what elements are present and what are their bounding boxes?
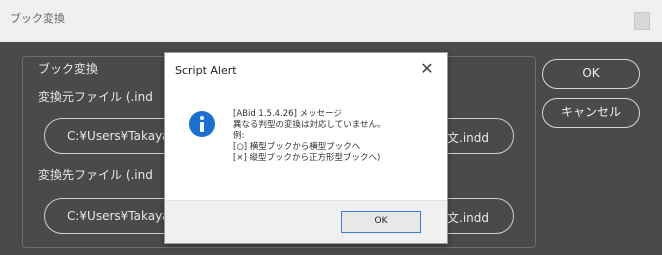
alert-message: [ABid 1.5.4.26] メッセージ 異なる判型の変換は対応していません。…: [233, 109, 386, 164]
alert-ok-button[interactable]: OK: [341, 211, 421, 233]
dest-file-label: 変換先ファイル (.ind: [38, 168, 153, 182]
alert-close-icon[interactable]: ✕: [419, 59, 435, 79]
ok-button[interactable]: OK: [542, 59, 640, 89]
cancel-button[interactable]: キャンセル: [542, 98, 640, 128]
window-titlebar: ブック変換: [0, 0, 662, 42]
alert-title: Script Alert: [175, 64, 237, 77]
info-icon: [189, 111, 215, 137]
window-close-icon[interactable]: [634, 12, 650, 30]
alert-message-line: 例:: [233, 131, 245, 141]
window-title: ブック変換: [10, 12, 65, 25]
alert-message-line: [○] 横型ブックから横型ブックへ: [233, 142, 361, 152]
script-alert-dialog: Script Alert ✕ [ABid 1.5.4.26] メッセージ 異なる…: [164, 52, 448, 244]
dest-path-text: C:¥Users¥Takaya: [67, 209, 170, 223]
alert-message-line: [×] 縦型ブックから正方形型ブックへ): [233, 153, 381, 163]
group-label: ブック変換: [38, 62, 99, 76]
alert-footer: OK: [165, 200, 447, 243]
source-path-text: C:¥Users¥Takaya: [67, 129, 170, 143]
source-file-label: 変換元ファイル (.ind: [38, 90, 153, 104]
alert-message-line: 異なる判型の変換は対応していません。: [233, 120, 386, 130]
alert-message-line: [ABid 1.5.4.26] メッセージ: [233, 109, 342, 119]
